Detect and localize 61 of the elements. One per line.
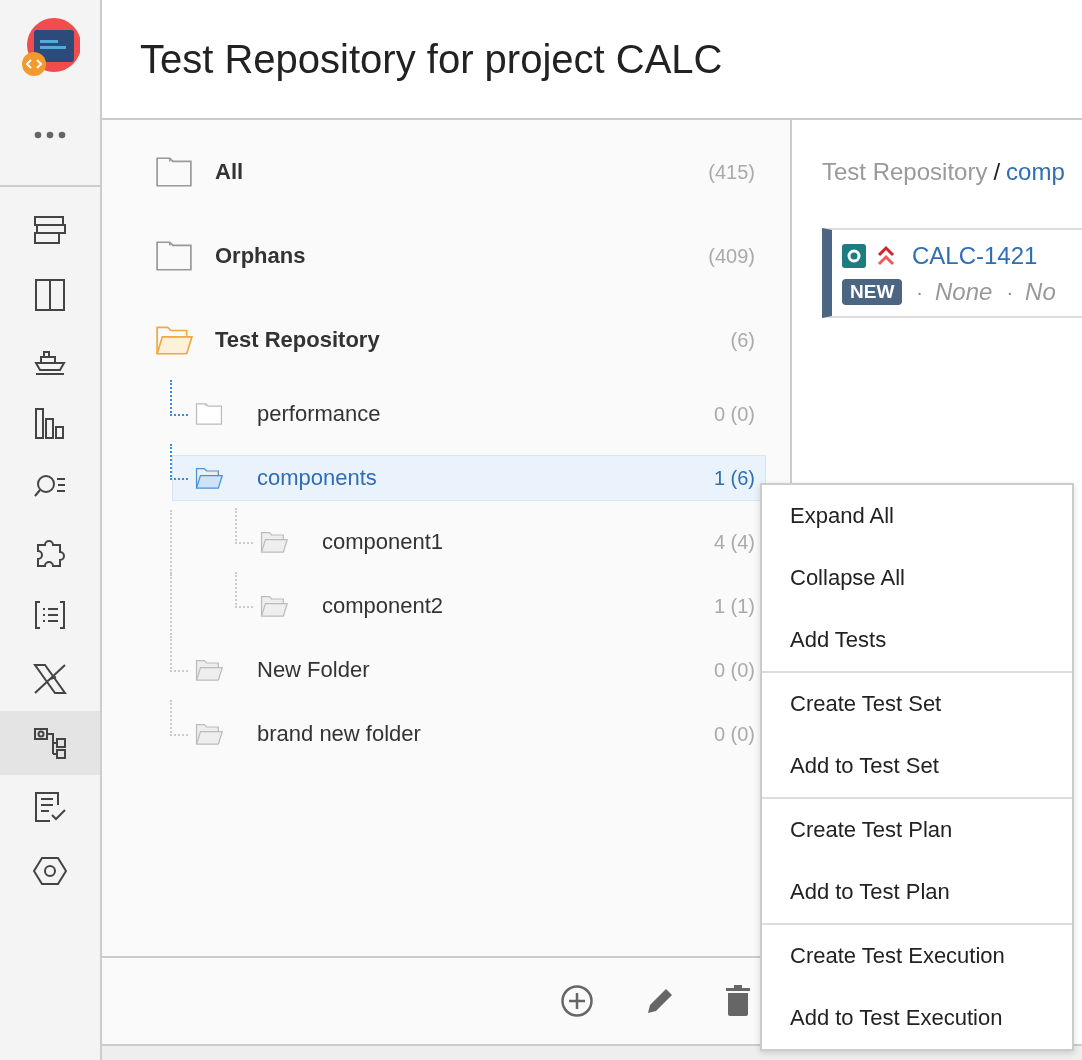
- test-count: 4 (4): [713, 530, 755, 554]
- breadcrumb-separator: /: [993, 158, 1001, 186]
- page-title: Test Repository for project CALC: [140, 36, 723, 82]
- open-folder-icon: [195, 722, 223, 746]
- open-folder-icon: [155, 324, 193, 356]
- folder-name: performance: [257, 401, 382, 427]
- test-count: 0 (0): [713, 402, 755, 426]
- folder-icon: [195, 402, 223, 426]
- folder-name: Orphans: [215, 243, 307, 269]
- checklist-icon: [32, 789, 68, 825]
- open-folder-icon: [260, 594, 288, 618]
- menu-item[interactable]: Create Test Plan: [762, 799, 1072, 861]
- folder-name: component1: [322, 529, 445, 555]
- test-card[interactable]: CALC-1421 NEW · None · No: [822, 228, 1082, 318]
- tree-connector-line: [235, 508, 253, 544]
- folder-icon: [155, 240, 193, 272]
- folder-tree-item[interactable]: Test Repository (6): [154, 317, 766, 363]
- more-icon[interactable]: [34, 131, 66, 139]
- test-count: (409): [708, 244, 755, 268]
- issue-key-link[interactable]: CALC-1421: [912, 242, 1038, 270]
- breadcrumb-current: comp: [1006, 158, 1065, 186]
- meta-separator: ·: [1006, 280, 1014, 304]
- open-folder-icon: [260, 530, 288, 554]
- menu-item[interactable]: Add to Test Execution: [762, 987, 1072, 1049]
- test-count: (6): [730, 328, 755, 352]
- folder-tree-item[interactable]: components 1 (6): [172, 455, 766, 501]
- folder-tree-item[interactable]: performance 0 (0): [172, 391, 766, 437]
- folder-tree-item[interactable]: All (415): [154, 149, 766, 195]
- sidebar-nav-item[interactable]: [0, 711, 100, 775]
- meta-separator: ·: [916, 280, 923, 304]
- open-folder-icon: [195, 658, 223, 682]
- tree-connector-line: [170, 380, 188, 416]
- priority-chevron-icon: [876, 245, 896, 267]
- meta-value: No: [1025, 278, 1056, 306]
- tree-icon: [32, 725, 68, 761]
- tree-connector-line: [170, 700, 188, 736]
- test-count: 0 (0): [713, 722, 755, 746]
- folder-icon: [155, 156, 193, 188]
- test-count: 0 (0): [713, 658, 755, 682]
- x-logo-icon: [32, 661, 68, 697]
- menu-item[interactable]: Add to Test Plan: [762, 861, 1072, 923]
- tree-connector-line: [235, 572, 253, 608]
- status-badge: NEW: [842, 279, 903, 305]
- folder-name: component2: [322, 593, 445, 619]
- issue-type-icon: [842, 244, 866, 268]
- app-logo-icon[interactable]: [20, 18, 80, 78]
- folder-name: New Folder: [257, 657, 371, 683]
- folder-name: brand new folder: [257, 721, 422, 747]
- menu-item[interactable]: Create Test Execution: [762, 925, 1072, 987]
- test-count: 1 (6): [713, 466, 755, 490]
- folder-tree-item[interactable]: Orphans (409): [154, 233, 766, 279]
- folder-name: components: [257, 465, 378, 491]
- open-folder-icon: [195, 466, 223, 490]
- meta-value: None: [935, 278, 993, 306]
- add-icon[interactable]: [560, 984, 594, 1018]
- folder-name: All: [215, 159, 245, 185]
- columns-icon: [32, 277, 68, 313]
- delete-icon[interactable]: [726, 985, 750, 1017]
- test-count: (415): [708, 160, 755, 184]
- test-count: 1 (1): [713, 594, 755, 618]
- folder-name: Test Repository: [215, 327, 381, 353]
